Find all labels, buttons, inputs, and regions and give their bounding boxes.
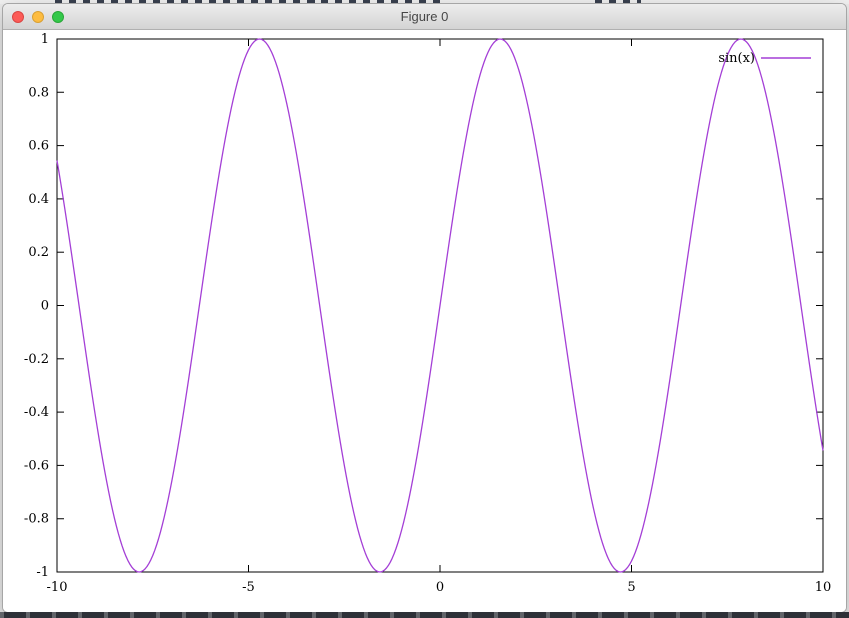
sine-plot: -10 -5 0 5 10 -1 -0.8 -0.6 -0.4 -0.2 0 0.2 0.4 0.6 0.8…: [3, 30, 846, 612]
y-tick-label: -1: [36, 565, 49, 580]
y-tick-label: 0: [41, 299, 49, 314]
traffic-lights: [12, 11, 64, 23]
titlebar[interactable]: Figure 0: [3, 4, 846, 30]
zoom-button[interactable]: [52, 11, 64, 23]
window-title: Figure 0: [3, 9, 846, 24]
y-tick-label: 1: [41, 32, 49, 47]
x-tick-label: 5: [627, 580, 635, 595]
x-tick-label: -10: [47, 580, 68, 595]
close-button[interactable]: [12, 11, 24, 23]
minimize-button[interactable]: [32, 11, 44, 23]
legend-label: sin(x): [718, 51, 755, 66]
y-tick-label: 0.2: [28, 245, 49, 260]
y-tick-label: -0.2: [24, 352, 49, 367]
x-tick-label: 0: [436, 580, 444, 595]
figure-window: Figure 0 -10 -5 0 5 10 -1 -0.8 -0.6 -0.4 -0.2 0 0.2…: [2, 3, 847, 613]
background-window-artifact-bottom: [0, 612, 849, 618]
y-tick-label: -0.8: [24, 512, 49, 527]
y-tick-label: -0.4: [24, 405, 49, 420]
plot-canvas: -10 -5 0 5 10 -1 -0.8 -0.6 -0.4 -0.2 0 0.2 0.4 0.6 0.8…: [3, 30, 846, 612]
y-tick-label: -0.6: [24, 458, 49, 473]
y-tick-label: 0.6: [28, 139, 49, 154]
y-tick-label: 0.8: [28, 85, 49, 100]
x-tick-label: -5: [242, 580, 255, 595]
x-tick-label: 10: [815, 580, 832, 595]
series-curve-sin(x): [57, 39, 823, 572]
y-tick-label: 0.4: [28, 192, 49, 207]
